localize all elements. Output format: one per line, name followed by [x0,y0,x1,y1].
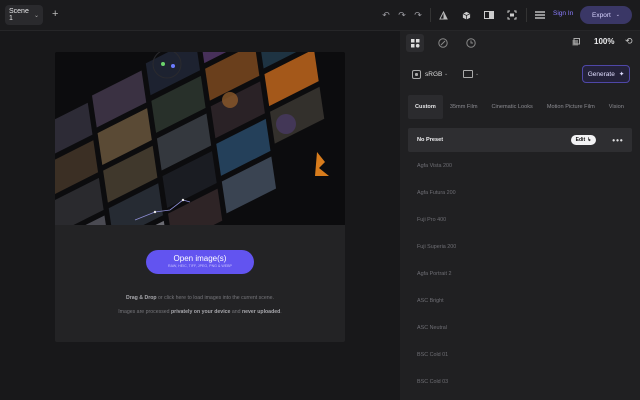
zoom-level[interactable]: 100% [594,37,614,46]
preset-item[interactable]: Agfa Portrait 2 [408,260,632,287]
hero-image [55,52,345,225]
scene-tab-label: Scene 1 [9,8,29,22]
preset-item[interactable]: Agfa Futura 200 [408,179,632,206]
tab-vision[interactable]: Vision [602,95,631,119]
presets-tab-icon[interactable] [406,34,424,52]
privacy-note: Images are processed privately on your d… [55,309,345,315]
privacy-bold-1: privately on your device [171,309,231,315]
preset-item[interactable]: Agfa Vista 200 [408,152,632,179]
supported-formats: RAW, HEIC, TIFF, JPEG, PNG & WEBP [168,264,232,268]
compare-triangle-icon[interactable] [437,9,449,21]
fit-screen-icon[interactable] [506,9,518,21]
display-icon[interactable] [463,70,473,78]
privacy-prefix: Images are processed [118,309,172,315]
chevron-down-icon: ⌄ [444,71,449,77]
undo-icon[interactable]: ↶ [380,9,392,21]
divider [430,8,431,22]
panel-header: 100% ⟲ [400,31,640,55]
tab-35mm-film[interactable]: 35mm Film [443,95,485,119]
preset-item[interactable]: BSC Cold 01 [408,341,632,368]
open-image-card[interactable]: Open image(s) RAW, HEIC, TIFF, JPEG, PNG… [55,52,345,342]
more-options-icon[interactable]: ••• [604,128,632,152]
split-view-icon[interactable] [483,9,495,21]
tab-motion-picture-film[interactable]: Motion Picture Film [540,95,602,119]
open-images-label: Open image(s) [173,254,227,263]
export-label: Export [592,11,611,19]
color-space-select[interactable]: sRGB [425,71,442,78]
generate-label: Generate [587,70,615,78]
preset-item[interactable]: ASC Neutral [408,314,632,341]
sparkle-icon: ✦ [618,71,625,78]
redo-arrow-icon[interactable]: ↷ [412,9,424,21]
cube-icon[interactable] [460,9,472,21]
drop-hint-bold: Drag & Drop [126,295,157,301]
arrow-icon: ↳ [587,137,592,143]
sign-in-link[interactable]: Sign In [553,10,573,17]
preset-list: No Preset Edit ↳ ••• Agfa Vista 200 Agfa… [408,128,632,395]
add-scene-button[interactable]: + [52,8,58,20]
drop-hint: Drag & Drop or click here to load images… [55,295,345,301]
preset-item[interactable]: ASC Bright [408,287,632,314]
canvas-area[interactable]: Open image(s) RAW, HEIC, TIFF, JPEG, PNG… [0,31,400,400]
preset-item[interactable]: BSC Cold 03 [408,368,632,395]
privacy-bold-2: never uploaded [241,309,281,315]
generate-button[interactable]: Generate ✦ [582,65,630,83]
reset-icon[interactable]: ⟲ [625,36,633,47]
preset-item-active[interactable]: No Preset Edit ↳ ••• [408,128,632,152]
privacy-mid: and [230,309,242,315]
privacy-suffix: . [280,309,282,315]
tab-cinematic-looks[interactable]: Cinematic Looks [485,95,540,119]
chevron-down-icon: ⌄ [475,71,480,77]
preset-item[interactable]: Fuji Superia 200 [408,233,632,260]
tab-custom[interactable]: Custom [408,95,443,119]
edit-label: Edit [575,137,586,143]
chevron-down-icon: ⌄ [33,12,39,19]
export-button[interactable]: Export ⌄ [580,6,632,24]
drop-hint-text: or click here to load images into the cu… [156,295,274,301]
plus-icon: + [52,8,59,20]
open-images-button[interactable]: Open image(s) RAW, HEIC, TIFF, JPEG, PNG… [146,250,254,274]
top-bar: Scene 1 ⌄ + ↶ ↷ ↷ Sign In Export ⌄ [0,0,640,31]
edit-button[interactable]: Edit ↳ [571,135,596,145]
scene-tab[interactable]: Scene 1 ⌄ [5,5,43,25]
right-panel: 100% ⟲ sRGB ⌄ ⌄ Generate ✦ Custom 35mm F… [400,31,640,400]
film-tabs: Custom 35mm Film Cinematic Looks Motion … [408,95,640,119]
redo-icon[interactable]: ↷ [396,9,408,21]
active-preset-label: No Preset [417,137,444,143]
chevron-down-icon: ⌄ [615,12,620,18]
color-row: sRGB ⌄ ⌄ Generate ✦ [400,64,640,86]
divider [526,8,527,22]
color-space-icon [412,70,421,79]
preset-item[interactable]: Fuji Pro 400 [408,206,632,233]
menu-icon[interactable] [534,9,546,21]
layers-icon[interactable] [572,38,581,47]
history-tab-icon[interactable] [462,34,480,52]
adjust-tab-icon[interactable] [434,34,452,52]
